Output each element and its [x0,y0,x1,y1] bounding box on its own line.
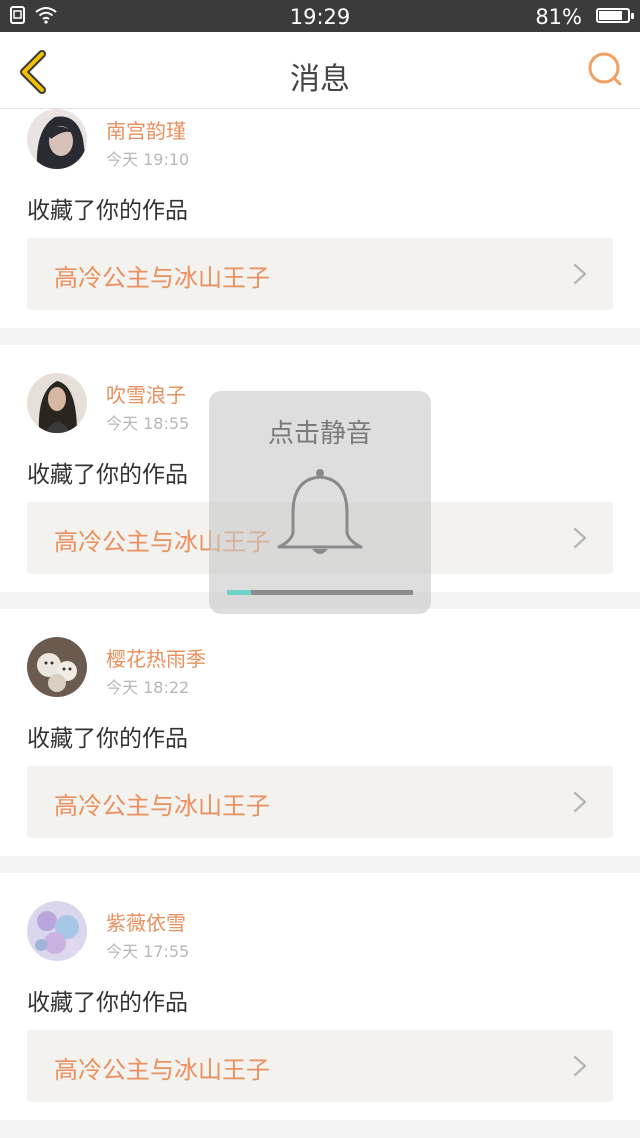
work-link[interactable]: 高冷公主与冰山王子 [27,766,613,838]
message-time: 今天 18:22 [106,678,190,697]
message-card: 樱花热雨季 今天 18:22 收藏了你的作品 高冷公主与冰山王子 [0,609,640,856]
sender-name[interactable]: 樱花热雨季 [106,643,206,672]
work-link[interactable]: 高冷公主与冰山王子 [27,238,613,310]
work-title: 高冷公主与冰山王子 [54,792,270,820]
sender-name[interactable]: 吹雪浪子 [106,379,186,408]
message-action: 收藏了你的作品 [27,990,188,1016]
message-list: 南宫韵瑾 今天 19:10 收藏了你的作品 高冷公主与冰山王子 吹雪浪子 今天 … [0,109,640,1137]
mute-toast[interactable]: 点击静音 [209,391,431,614]
message-time: 今天 18:55 [106,414,190,433]
status-bar: 19:29 81% [0,0,640,32]
battery-fill [599,11,622,20]
message-time: 今天 17:55 [106,942,190,961]
avatar[interactable] [27,901,87,961]
avatar[interactable] [27,637,87,697]
volume-progress [227,590,413,595]
mute-toast-text: 点击静音 [267,419,372,449]
work-title: 高冷公主与冰山王子 [54,264,270,292]
chevron-right-icon [573,263,587,285]
battery-icon [596,8,634,23]
message-card: 紫薇依雪 今天 17:55 收藏了你的作品 高冷公主与冰山王子 [0,873,640,1120]
sender-name[interactable]: 南宫韵瑾 [106,115,186,144]
message-time: 今天 19:10 [106,150,190,169]
chevron-right-icon [573,527,587,549]
work-title: 高冷公主与冰山王子 [54,1056,270,1084]
message-action: 收藏了你的作品 [27,462,188,488]
avatar[interactable] [27,109,87,169]
top-nav: 消息 [0,32,640,109]
page-title: 消息 [290,62,350,97]
message-action: 收藏了你的作品 [27,726,188,752]
bell-icon [277,469,363,554]
work-link[interactable]: 高冷公主与冰山王子 [27,1030,613,1102]
search-icon[interactable] [586,50,626,90]
battery-percent: 81% [535,5,582,29]
volume-fill [227,590,252,595]
sender-name[interactable]: 紫薇依雪 [106,907,186,936]
message-card: 南宫韵瑾 今天 19:10 收藏了你的作品 高冷公主与冰山王子 [0,109,640,328]
chevron-right-icon [573,1055,587,1077]
message-action: 收藏了你的作品 [27,198,188,224]
avatar[interactable] [27,373,87,433]
chevron-right-icon [573,791,587,813]
